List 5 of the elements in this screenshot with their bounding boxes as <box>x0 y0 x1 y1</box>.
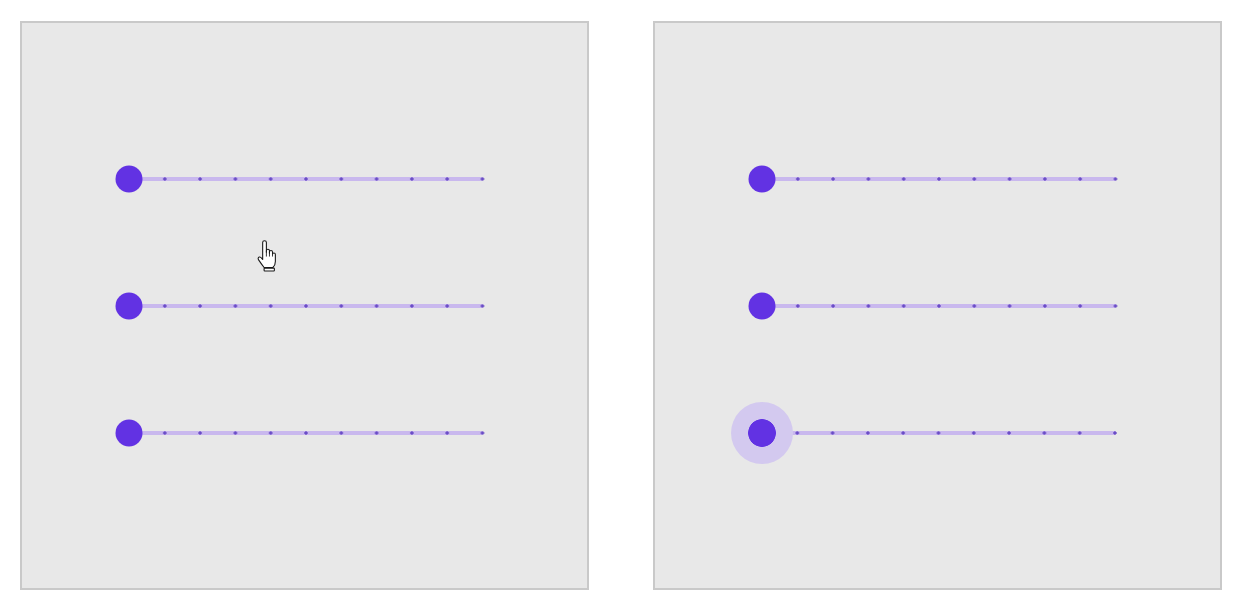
slider-thumb[interactable] <box>115 292 143 319</box>
slider-thumb[interactable] <box>748 292 776 319</box>
slider-thumb[interactable] <box>115 419 143 446</box>
slider-thumb[interactable] <box>115 165 143 192</box>
slider-thumb[interactable] <box>748 165 776 192</box>
